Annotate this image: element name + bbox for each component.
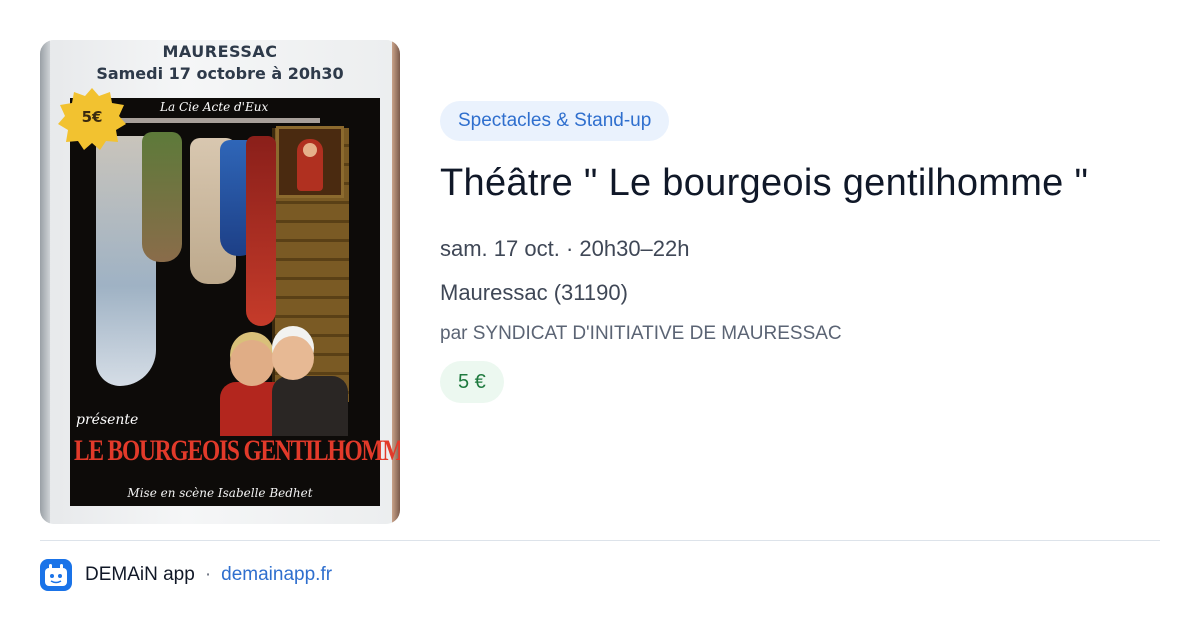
poster-town: MAURESSAC <box>162 42 278 61</box>
demain-app-icon <box>40 559 72 591</box>
poster-costume <box>142 132 182 262</box>
poster-actor-face <box>230 340 274 386</box>
event-poster-image: MAURESSAC Samedi 17 octobre à 20h30 La C… <box>40 40 400 524</box>
poster-play-title: LE BOURGEOIS GENTILHOMME <box>74 434 400 467</box>
poster-credit: Mise en scène Isabelle Bedhet <box>127 486 313 500</box>
category-badge[interactable]: Spectacles & Stand-up <box>440 101 670 141</box>
footer: DEMAiN app · demainapp.fr <box>40 558 332 592</box>
app-website-link[interactable]: demainapp.fr <box>221 564 332 586</box>
poster-actor-face <box>272 336 314 380</box>
app-name: DEMAiN app <box>85 564 195 585</box>
poster-portrait <box>276 126 344 198</box>
event-organizer: par SYNDICAT D'INITIATIVE DE MAURESSAC <box>440 323 842 344</box>
poster-edge <box>40 40 50 524</box>
poster-actor-body <box>272 376 348 436</box>
event-details: Spectacles & Stand-up Théâtre " Le bourg… <box>440 101 1160 403</box>
footer-separator: · <box>204 564 212 585</box>
event-title: Théâtre " Le bourgeois gentilhomme " <box>440 162 1089 204</box>
poster-company: La Cie Acte d'Eux <box>160 100 269 114</box>
event-location: Mauressac (31190) <box>440 280 628 305</box>
poster-costume <box>246 136 276 326</box>
poster-price: 5€ <box>81 108 103 126</box>
poster-date: Samedi 17 octobre à 20h30 <box>96 64 344 83</box>
poster-presents: présente <box>76 412 139 428</box>
poster-price-badge: 5€ <box>58 88 126 150</box>
price-badge: 5 € <box>440 361 504 403</box>
event-datetime: sam. 17 oct. · 20h30–22h <box>440 236 690 261</box>
footer-divider <box>40 540 1160 541</box>
